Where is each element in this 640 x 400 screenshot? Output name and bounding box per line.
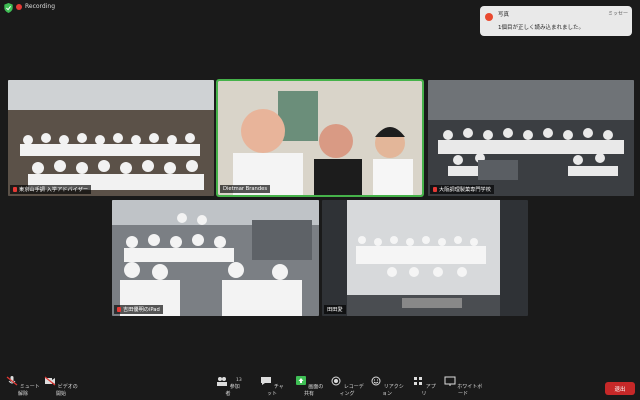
notification-message: 1個目が正しく読み込まれました。 [498, 25, 585, 31]
photos-app-icon [485, 13, 493, 21]
record-icon [331, 376, 341, 386]
participant-name: 東京山手調 入学アドバイザー [19, 187, 89, 193]
meeting-toolbar: ミュート解除 ビデオの開始 参加者 13 チャット 画面の共有 レコーディング … [0, 372, 640, 400]
record-dot-icon [16, 3, 22, 10]
mute-button[interactable]: ミュート解除 [6, 376, 40, 397]
video-tile-3[interactable]: 大阪調理製菓専門学校 [428, 80, 634, 196]
whiteboard-label: ホワイトボード [457, 384, 483, 397]
video-tile-4[interactable]: 吉田優明のiPad [112, 200, 319, 316]
reactions-icon [371, 376, 381, 386]
notification-action[interactable]: ミッセー [608, 10, 628, 17]
speaker-video [218, 81, 422, 195]
share-label: 画面の共有 [303, 384, 324, 397]
record-label: レコーディング [339, 384, 364, 397]
apps-button[interactable]: アプリ [410, 376, 438, 397]
video-tile-1[interactable]: 東京山手調 入学アドバイザー [8, 80, 214, 196]
apps-label: アプリ [421, 384, 436, 397]
participant-name-tag: 田田愛 [324, 305, 346, 314]
recording-label: Recording [25, 3, 56, 10]
video-off-icon [44, 376, 56, 386]
video-label: ビデオの開始 [55, 384, 78, 397]
participant-name: 田田愛 [327, 307, 343, 313]
whiteboard-icon [444, 376, 456, 386]
classroom-video [112, 200, 319, 316]
chat-button[interactable]: チャット [258, 376, 286, 397]
mute-label: ミュート解除 [17, 384, 40, 397]
record-button[interactable]: レコーディング [328, 376, 366, 397]
whiteboard-button[interactable]: ホワイトボード [442, 376, 484, 397]
participant-name: 吉田優明のiPad [123, 307, 160, 313]
classroom-video [322, 200, 528, 316]
video-tile-5[interactable]: 田田愛 [322, 200, 528, 316]
participants-label: 参加者 [225, 384, 240, 397]
notification-toast[interactable]: 写真 1個目が正しく読み込まれました。 ミッセー [480, 6, 632, 36]
share-screen-button[interactable]: 画面の共有 [294, 376, 324, 397]
reactions-label: リアクション [381, 384, 404, 397]
leave-meeting-button[interactable]: 退出 [605, 382, 635, 395]
security-shield-icon[interactable] [4, 3, 13, 13]
reactions-button[interactable]: リアクション [370, 376, 404, 397]
participant-name: Dietmar Brandes [223, 186, 268, 192]
apps-icon [414, 377, 423, 385]
recording-indicator[interactable]: Recording [16, 3, 55, 10]
video-tile-2[interactable]: Dietmar Brandes [216, 79, 424, 197]
start-video-button[interactable]: ビデオの開始 [44, 376, 78, 397]
share-screen-icon [295, 376, 306, 385]
mic-muted-icon [13, 187, 17, 192]
classroom-video [428, 80, 634, 196]
notification-title: 写真 [498, 12, 510, 18]
participant-name: 大阪調理製菓専門学校 [439, 187, 491, 193]
chat-icon [261, 377, 272, 385]
participants-icon [217, 377, 228, 386]
mic-muted-icon [6, 376, 18, 386]
mic-muted-icon [117, 307, 121, 312]
classroom-video [8, 80, 214, 196]
participant-name-tag: 吉田優明のiPad [114, 305, 163, 314]
mic-muted-icon [433, 187, 437, 192]
participant-name-tag: 東京山手調 入学アドバイザー [10, 185, 92, 194]
participant-name-tag: 大阪調理製菓専門学校 [430, 185, 494, 194]
participants-count: 13 [236, 378, 242, 383]
participant-name-tag: Dietmar Brandes [220, 185, 271, 193]
